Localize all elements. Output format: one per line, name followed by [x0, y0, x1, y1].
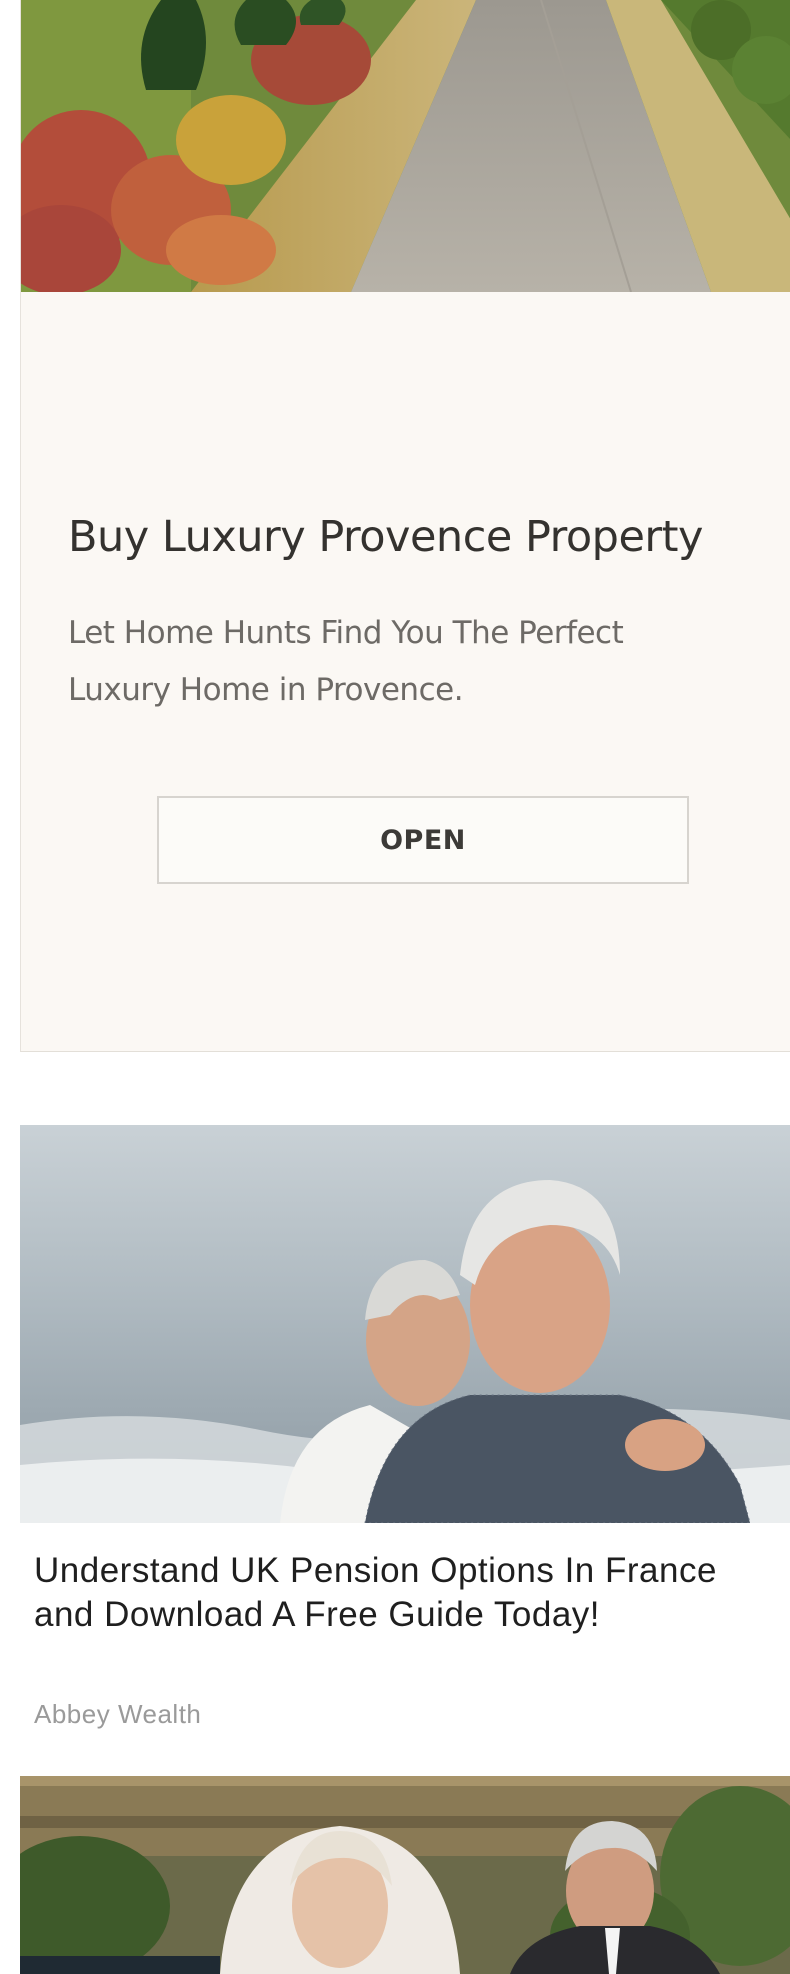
article-title[interactable]: Understand UK Pension Options In France …	[34, 1549, 754, 1637]
ad-title[interactable]: Buy Luxury Provence Property	[68, 512, 768, 562]
article-card[interactable]	[20, 1776, 790, 1974]
article-card[interactable]: Understand UK Pension Options In France …	[20, 1125, 790, 1729]
couple-photo	[20, 1125, 790, 1523]
wedding-photo	[20, 1776, 790, 1974]
article-source: Abbey Wealth	[34, 1699, 202, 1729]
ad-description: Let Home Hunts Find You The Perfect Luxu…	[68, 615, 624, 708]
article-image[interactable]	[20, 1776, 790, 1974]
article-image[interactable]	[20, 1125, 790, 1523]
ad-hero-image[interactable]	[21, 0, 790, 292]
page: Buy Luxury Provence Property Let Home Hu…	[0, 0, 790, 1974]
open-button[interactable]: OPEN	[157, 796, 689, 884]
ad-card[interactable]: Buy Luxury Provence Property Let Home Hu…	[20, 0, 790, 1052]
driveway-photo	[21, 0, 790, 292]
